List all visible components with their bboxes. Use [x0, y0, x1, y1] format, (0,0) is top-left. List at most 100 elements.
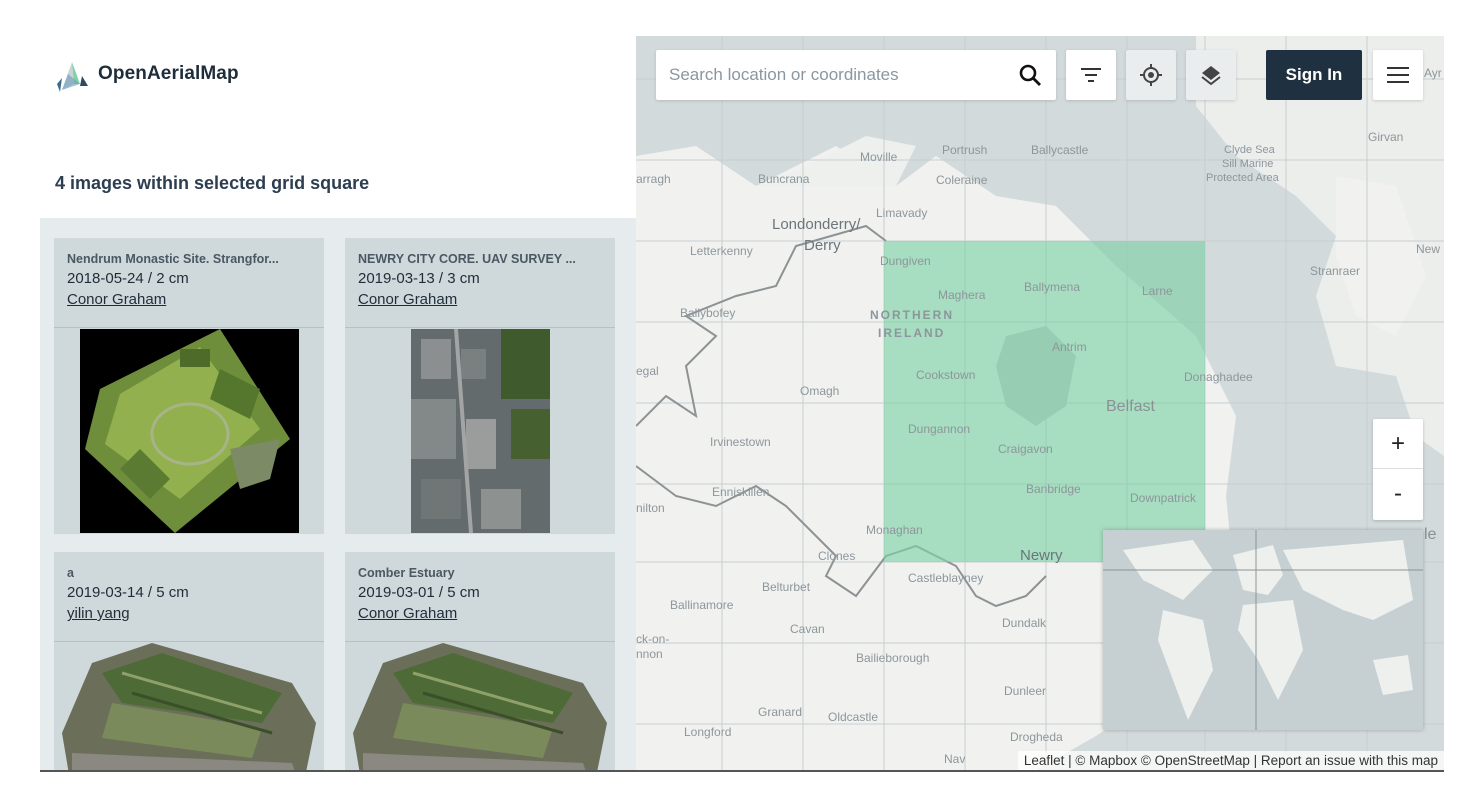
map-label: Nav — [944, 752, 966, 766]
zoom-out-button[interactable]: - — [1373, 469, 1423, 519]
map-label: Ayr — [1424, 66, 1442, 80]
map-label: Dunleer — [1004, 684, 1047, 698]
card-author-link[interactable]: Conor Graham — [358, 291, 457, 308]
map-label: Cavan — [790, 622, 825, 636]
filter-button[interactable] — [1066, 50, 1116, 100]
map-label: Granard — [758, 705, 803, 719]
card-title: a — [67, 566, 74, 580]
card-thumbnail[interactable] — [62, 643, 316, 770]
app: OpenAerialMap 4 images within selected g… — [0, 0, 1464, 792]
card-author-link[interactable]: Conor Graham — [358, 605, 457, 622]
map-label: le — [1424, 526, 1437, 543]
card-title: NEWRY CITY CORE. UAV SURVEY ... — [358, 252, 576, 266]
card-thumbnail[interactable] — [411, 328, 550, 534]
map-label: Ballinamore — [670, 598, 734, 612]
overview-minimap[interactable] — [1103, 530, 1423, 730]
card-header: Comber Estuary 2019-03-01 / 5 cm Conor G… — [345, 552, 615, 642]
oam-logo-icon — [54, 54, 90, 94]
map-label: Castleblayney — [908, 571, 984, 585]
card-date-resolution: 2019-03-01 / 5 cm — [358, 584, 480, 601]
card-header: Nendrum Monastic Site. Strangfor... 2018… — [54, 238, 324, 328]
card-date-resolution: 2019-03-13 / 3 cm — [358, 270, 480, 287]
map-label: Irvinestown — [710, 435, 771, 449]
map-label-region: NORTHERN — [870, 308, 954, 322]
map-label: arragh — [636, 172, 671, 186]
result-card[interactable]: NEWRY CITY CORE. UAV SURVEY ... 2019-03-… — [345, 238, 615, 534]
map-label: Donaghadee — [1184, 370, 1253, 384]
map-label: Craigavon — [998, 442, 1053, 456]
map-label: Dungiven — [880, 254, 931, 268]
map-label: Downpatrick — [1130, 491, 1197, 505]
map-label: Enniskillen — [712, 485, 770, 499]
map-label: Ballybofey — [680, 306, 736, 320]
map-label: Antrim — [1052, 340, 1087, 354]
locate-button[interactable] — [1126, 50, 1176, 100]
card-thumbnail[interactable] — [353, 643, 607, 770]
map-label: nilton — [636, 501, 665, 515]
zoom-control: + - — [1373, 419, 1423, 520]
map-label: Monaghan — [866, 523, 923, 537]
map-label: Maghera — [938, 288, 986, 302]
search-icon[interactable] — [1018, 63, 1042, 92]
map-view[interactable]: arragh Buncrana Moville Portrush Ballyca… — [636, 36, 1444, 770]
map-label: Bailieborough — [856, 651, 930, 665]
card-header: a 2019-03-14 / 5 cm yilin yang — [54, 552, 324, 642]
filter-icon — [1081, 68, 1101, 82]
map-label: Girvan — [1368, 130, 1404, 144]
map-label: Dundalk — [1002, 616, 1047, 630]
search-input[interactable] — [656, 50, 996, 100]
card-author-link[interactable]: yilin yang — [67, 605, 130, 622]
card-author-link[interactable]: Conor Graham — [67, 291, 166, 308]
layers-button[interactable] — [1186, 50, 1236, 100]
sign-in-button[interactable]: Sign In — [1266, 50, 1362, 100]
results-panel: OpenAerialMap 4 images within selected g… — [40, 36, 636, 770]
map-label: Clones — [818, 549, 856, 563]
map-label: Oldcastle — [828, 710, 879, 724]
map-label: egal — [636, 364, 659, 378]
hamburger-icon — [1387, 67, 1409, 83]
brand-logo[interactable]: OpenAerialMap — [54, 54, 239, 94]
map-label: Letterkenny — [690, 244, 753, 258]
map-label-region: IRELAND — [878, 326, 946, 340]
map-label: Larne — [1142, 284, 1173, 298]
map-attribution[interactable]: Leaflet | © Mapbox © OpenStreetMap | Rep… — [1017, 751, 1444, 770]
map-label-city: Belfast — [1106, 398, 1155, 415]
result-card[interactable]: Comber Estuary 2019-03-01 / 5 cm Conor G… — [345, 552, 615, 770]
map-label: Clyde Sea — [1224, 144, 1275, 156]
map-label: Ballycastle — [1031, 143, 1089, 157]
card-date-resolution: 2019-03-14 / 5 cm — [67, 584, 189, 601]
search-box — [656, 50, 1056, 100]
result-card[interactable]: Nendrum Monastic Site. Strangfor... 2018… — [54, 238, 324, 534]
map-label: Moville — [860, 150, 898, 164]
map-label: Limavady — [876, 206, 928, 220]
menu-button[interactable] — [1373, 50, 1423, 100]
map-label: Cookstown — [916, 368, 976, 382]
map-label: Longford — [684, 725, 732, 739]
card-header: NEWRY CITY CORE. UAV SURVEY ... 2019-03-… — [345, 238, 615, 328]
page-divider — [40, 770, 1444, 772]
map-label: Sill Marine — [1222, 158, 1274, 170]
map-label: Omagh — [800, 384, 840, 398]
results-title: 4 images within selected grid square — [55, 173, 370, 193]
map-label: Stranraer — [1310, 264, 1361, 278]
map-label-city: Londonderry/ — [772, 216, 861, 233]
map-label-city: Newry — [1020, 547, 1063, 564]
map-label: Coleraine — [936, 173, 988, 187]
map-label: Portrush — [942, 143, 988, 157]
map-label: Protected Area — [1206, 172, 1279, 184]
map-label: Dungannon — [908, 422, 971, 436]
zoom-in-button[interactable]: + — [1373, 419, 1423, 469]
map-label: Belturbet — [762, 580, 811, 594]
card-title: Comber Estuary — [358, 566, 455, 580]
card-date-resolution: 2018-05-24 / 2 cm — [67, 270, 189, 287]
locate-icon — [1140, 64, 1162, 86]
layers-icon — [1201, 66, 1221, 86]
card-thumbnail[interactable] — [80, 329, 299, 533]
map-label: ck-on- — [636, 632, 670, 646]
map-label: Banbridge — [1026, 482, 1081, 496]
result-card[interactable]: a 2019-03-14 / 5 cm yilin yang — [54, 552, 324, 770]
map-label: Drogheda — [1010, 730, 1063, 744]
map-label: Buncrana — [758, 172, 810, 186]
map-label: Ballymena — [1024, 280, 1081, 294]
map-label: nnon — [636, 647, 663, 661]
